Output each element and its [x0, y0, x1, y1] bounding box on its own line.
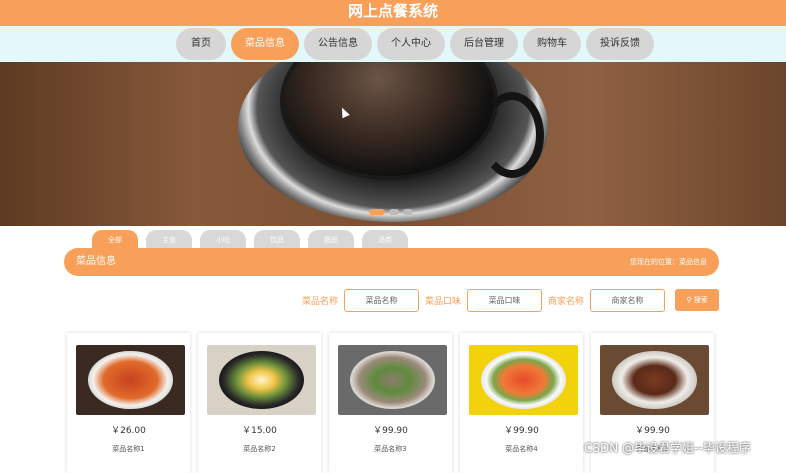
category-tab-5[interactable]: 甜品	[308, 230, 354, 248]
category-tab-all[interactable]: 全部	[92, 230, 138, 248]
main-nav: 首页 菜品信息 公告信息 个人中心 后台管理 购物车 投诉反馈	[0, 26, 786, 62]
search-label-merchant: 商家名称	[548, 296, 585, 307]
dish-card[interactable]: ￥15.00 菜品名称2	[198, 333, 321, 473]
dish-card[interactable]: ￥26.00 菜品名称1	[67, 333, 190, 473]
nav-item-admin[interactable]: 后台管理	[450, 28, 518, 60]
nav-item-personal-center[interactable]: 个人中心	[377, 28, 445, 60]
dish-price: ￥99.90	[635, 426, 670, 436]
nav-item-cart[interactable]: 购物车	[523, 28, 581, 60]
carousel-dot-2[interactable]	[389, 209, 399, 215]
search-input-dish-name[interactable]: 菜品名称	[344, 288, 420, 312]
dish-price: ￥99.90	[373, 426, 408, 436]
dish-image	[600, 345, 709, 415]
watermark: CSDN @毕设君学姐--毕设程序	[584, 441, 751, 455]
dish-card[interactable]: ￥99.90 菜品名称3	[329, 333, 452, 473]
dish-price: ￥15.00	[242, 426, 277, 436]
breadcrumb: 您现在的位置：菜品信息	[630, 258, 707, 266]
search-button[interactable]: ⚲ 搜索	[675, 289, 720, 311]
nav-item-home[interactable]: 首页	[176, 28, 226, 60]
section-header: 菜品信息 您现在的位置：菜品信息	[64, 248, 719, 276]
carousel-dot-1[interactable]	[369, 209, 385, 215]
nav-item-announcements[interactable]: 公告信息	[304, 28, 372, 60]
search-button-label: 搜索	[693, 296, 708, 304]
dish-card[interactable]: ￥99.90 菜品名称4	[460, 333, 583, 473]
category-tabs: 全部 主食 小吃 饮品 甜品 汤类	[92, 230, 408, 248]
dish-image	[469, 345, 578, 415]
app-title: 网上点餐系统	[0, 0, 786, 26]
dish-image	[207, 345, 316, 415]
carousel-indicators	[369, 209, 413, 215]
search-input-merchant[interactable]: 商家名称	[590, 288, 666, 312]
search-input-flavor[interactable]: 菜品口味	[467, 288, 543, 312]
search-label-flavor: 菜品口味	[425, 296, 462, 307]
dish-name: 菜品名称3	[374, 445, 407, 453]
search-bar: 菜品名称 菜品名称 菜品口味 菜品口味 商家名称 商家名称 ⚲ 搜索	[302, 288, 720, 312]
banner-carousel[interactable]	[0, 62, 786, 226]
carousel-dot-3[interactable]	[403, 209, 413, 215]
section-title: 菜品信息	[76, 256, 116, 267]
banner-cup-handle	[480, 92, 544, 178]
category-tab-6[interactable]: 汤类	[362, 230, 408, 248]
dish-price: ￥99.90	[504, 426, 539, 436]
nav-item-dish-info[interactable]: 菜品信息	[231, 28, 299, 60]
dish-image	[76, 345, 185, 415]
nav-item-feedback[interactable]: 投诉反馈	[586, 28, 654, 60]
dish-name: 菜品名称4	[505, 445, 538, 453]
category-tab-4[interactable]: 饮品	[254, 230, 300, 248]
dish-price: ￥26.00	[111, 426, 146, 436]
dish-name: 菜品名称2	[243, 445, 276, 453]
search-label-dish-name: 菜品名称	[302, 296, 339, 307]
dish-image	[338, 345, 447, 415]
category-tab-2[interactable]: 主食	[146, 230, 192, 248]
dish-name: 菜品名称1	[112, 445, 145, 453]
search-icon: ⚲	[686, 296, 692, 304]
category-tab-3[interactable]: 小吃	[200, 230, 246, 248]
